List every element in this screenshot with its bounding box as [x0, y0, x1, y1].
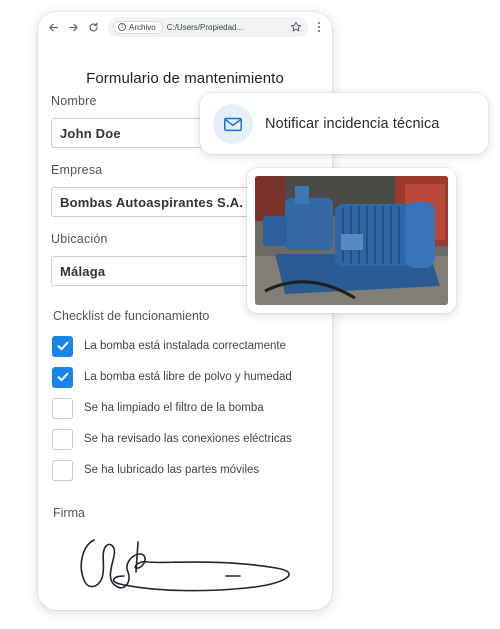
checkbox[interactable] — [52, 397, 73, 419]
check-icon — [57, 372, 68, 382]
checklist-item[interactable]: La bomba está libre de polvo y humedad — [52, 366, 292, 388]
checkbox[interactable] — [52, 335, 73, 357]
checklist-item-label: Se ha lubricado las partes móviles — [84, 464, 260, 476]
checkbox[interactable] — [52, 366, 73, 388]
info-icon: i — [118, 23, 126, 31]
checkbox[interactable] — [52, 428, 73, 450]
location-label: Ubicación — [51, 232, 108, 246]
url-text: C:/Users/Propiedad... — [166, 22, 244, 32]
arrow-right-icon — [68, 23, 78, 31]
star-icon[interactable] — [290, 21, 302, 33]
back-button[interactable] — [46, 20, 60, 34]
checklist-title: Checklist de funcionamiento — [53, 309, 210, 323]
site-info-chip[interactable]: i Archivo — [114, 21, 162, 33]
pump-photo — [255, 176, 448, 305]
signature[interactable] — [76, 532, 296, 600]
reload-button[interactable] — [86, 20, 100, 34]
checkbox[interactable] — [52, 459, 73, 481]
notify-incident-button[interactable]: Notificar incidencia técnica — [200, 93, 488, 154]
checklist-item-label: Se ha limpiado el filtro de la bomba — [84, 402, 264, 414]
reload-icon — [88, 22, 98, 32]
check-icon — [57, 341, 68, 351]
browser-menu-button[interactable] — [314, 22, 324, 32]
company-label: Empresa — [51, 163, 103, 177]
checklist-item[interactable]: La bomba está instalada correctamente — [52, 335, 286, 357]
form-title: Formulario de mantenimiento — [86, 70, 284, 87]
arrow-left-icon — [48, 23, 58, 31]
address-bar[interactable]: i Archivo C:/Users/Propiedad... — [108, 17, 308, 37]
name-label: Nombre — [51, 94, 97, 108]
checklist-item[interactable]: Se ha lubricado las partes móviles — [52, 459, 259, 481]
checklist-item-label: Se ha revisado las conexiones eléctricas — [84, 433, 292, 445]
mail-icon — [224, 117, 242, 131]
site-info-label: Archivo — [129, 22, 156, 32]
checklist-item-label: La bomba está libre de polvo y humedad — [84, 371, 292, 383]
checklist-item[interactable]: Se ha revisado las conexiones eléctricas — [52, 428, 292, 450]
forward-button[interactable] — [66, 20, 80, 34]
browser-toolbar: i Archivo C:/Users/Propiedad... — [38, 12, 332, 42]
signature-label: Firma — [53, 506, 85, 520]
notify-label: Notificar incidencia técnica — [265, 115, 440, 132]
pump-photo-card — [247, 168, 456, 313]
mail-icon-container — [213, 103, 253, 144]
checklist-item[interactable]: Se ha limpiado el filtro de la bomba — [52, 397, 264, 419]
checklist-item-label: La bomba está instalada correctamente — [84, 340, 287, 352]
